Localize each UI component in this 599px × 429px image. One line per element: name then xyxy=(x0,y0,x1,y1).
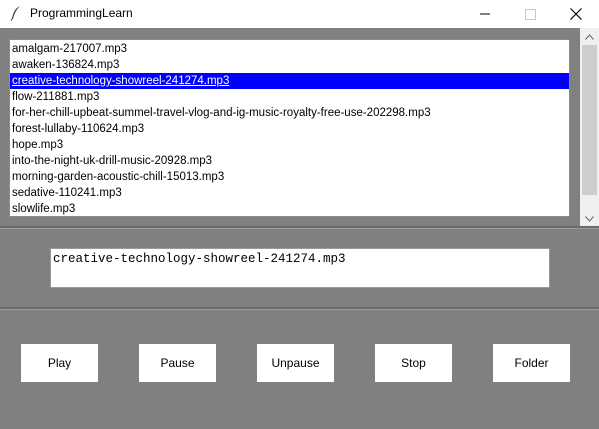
maximize-icon xyxy=(524,8,536,20)
divider xyxy=(0,226,599,229)
list-item[interactable]: slowlife.mp3 xyxy=(10,201,569,216)
maximize-button[interactable] xyxy=(507,0,553,28)
list-item[interactable]: for-her-chill-upbeat-summel-travel-vlog-… xyxy=(10,105,569,121)
list-item[interactable]: creative-technology-showreel-241274.mp3 xyxy=(10,73,569,89)
list-item[interactable]: amalgam-217007.mp3 xyxy=(10,41,569,57)
title-bar[interactable]: ProgrammingLearn xyxy=(0,0,599,28)
feather-icon xyxy=(10,6,20,21)
unpause-button[interactable]: Unpause xyxy=(257,344,334,382)
track-list: amalgam-217007.mp3 awaken-136824.mp3 creat… xyxy=(10,40,569,216)
list-item[interactable]: into-the-night-uk-drill-music-20928.mp3 xyxy=(10,153,569,169)
play-button[interactable]: Play xyxy=(21,344,98,382)
chevron-down-icon xyxy=(585,215,594,222)
close-icon xyxy=(570,8,582,20)
listbox-scrollbar[interactable] xyxy=(580,28,599,227)
list-item[interactable]: forest-lullaby-110624.mp3 xyxy=(10,121,569,137)
scroll-down-button[interactable] xyxy=(580,210,599,227)
close-button[interactable] xyxy=(553,0,599,28)
window-title: ProgrammingLearn xyxy=(30,6,133,20)
scroll-up-button[interactable] xyxy=(580,28,599,45)
list-item[interactable]: sedative-110241.mp3 xyxy=(10,185,569,201)
minimize-icon xyxy=(480,13,490,15)
pause-button[interactable]: Pause xyxy=(139,344,216,382)
folder-button[interactable]: Folder xyxy=(493,344,570,382)
stop-button[interactable]: Stop xyxy=(375,344,452,382)
current-track-field[interactable]: creative-technology-showreel-241274.mp3 xyxy=(50,248,550,288)
list-item[interactable]: hope.mp3 xyxy=(10,137,569,153)
track-listbox[interactable]: amalgam-217007.mp3 awaken-136824.mp3 creat… xyxy=(9,39,570,217)
minimize-button[interactable] xyxy=(462,0,508,28)
divider xyxy=(0,307,599,310)
scroll-thumb[interactable] xyxy=(582,45,597,195)
current-track-text: creative-technology-showreel-241274.mp3 xyxy=(53,252,346,266)
list-item[interactable]: morning-garden-acoustic-chill-15013.mp3 xyxy=(10,169,569,185)
list-item[interactable]: awaken-136824.mp3 xyxy=(10,57,569,73)
chevron-up-icon xyxy=(585,33,594,40)
list-item[interactable]: flow-211881.mp3 xyxy=(10,89,569,105)
